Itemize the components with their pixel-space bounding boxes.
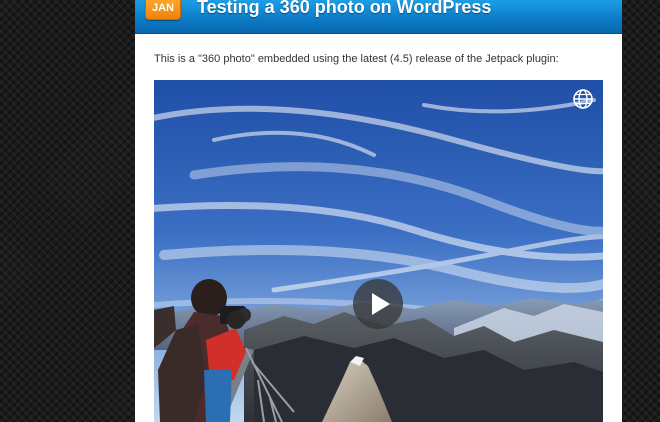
blog-post: JAN Testing a 360 photo on WordPress Thi… — [135, 0, 622, 422]
play-button[interactable] — [353, 279, 403, 329]
panorama-image — [154, 80, 603, 422]
play-icon — [372, 293, 390, 315]
date-badge: JAN — [145, 0, 181, 20]
panorama-photo-viewer[interactable] — [154, 80, 603, 422]
post-title[interactable]: Testing a 360 photo on WordPress — [197, 0, 491, 18]
post-intro-text: This is a "360 photo" embedded using the… — [154, 53, 559, 65]
globe-icon[interactable] — [572, 88, 594, 110]
post-header: JAN Testing a 360 photo on WordPress — [135, 0, 622, 34]
